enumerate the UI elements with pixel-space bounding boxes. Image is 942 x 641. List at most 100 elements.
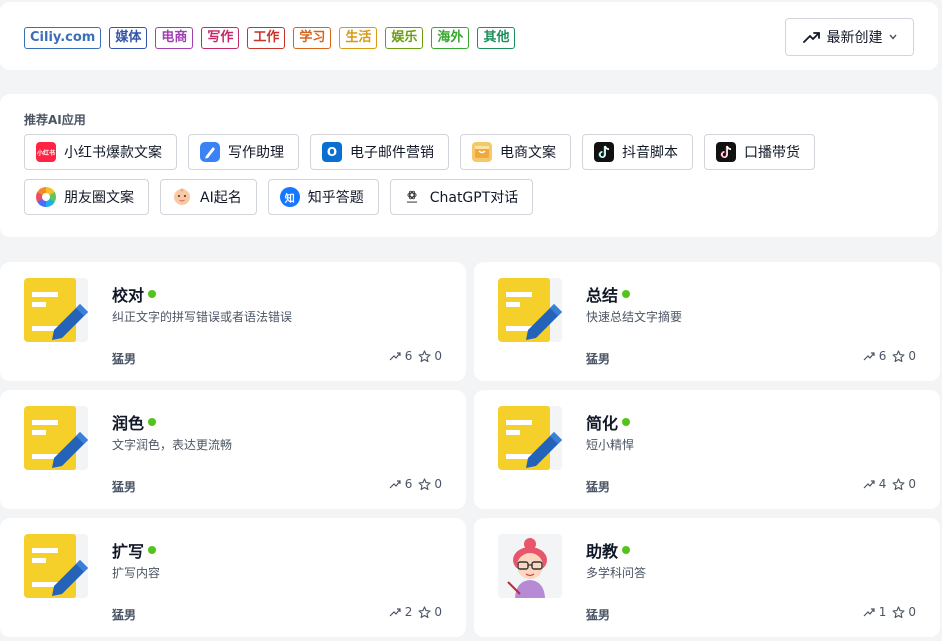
- card-description: 纠正文字的拼写错误或者语法错误: [112, 310, 293, 324]
- app-card-proofread[interactable]: 校对 纠正文字的拼写错误或者语法错误 猛男 6 0: [0, 262, 466, 381]
- tag-ciliy[interactable]: Ciliy.com: [24, 27, 102, 49]
- star-count[interactable]: 0: [418, 477, 442, 491]
- star-count[interactable]: 0: [418, 605, 442, 619]
- trending-up-icon: [863, 480, 875, 489]
- rec-app-moments-copy[interactable]: 朋友圈文案: [24, 179, 149, 215]
- card-title: 助教: [586, 538, 631, 562]
- app-card-expand[interactable]: 扩写 扩写内容 猛男 2 0: [0, 518, 466, 637]
- online-status-dot: [148, 546, 157, 554]
- usage-count: 1: [863, 605, 886, 619]
- rec-app-douyin-script[interactable]: 抖音脚本: [582, 134, 693, 170]
- doc-pen-icon: [24, 278, 88, 342]
- trending-up-icon: [389, 352, 401, 361]
- rec-app-xiaohongshu[interactable]: 小红书 小红书爆款文案: [24, 134, 177, 170]
- zhihu-icon: 知: [279, 187, 300, 207]
- card-title: 扩写: [112, 538, 157, 562]
- star-count[interactable]: 0: [892, 477, 916, 491]
- online-status-dot: [622, 418, 631, 426]
- rec-app-writing-assistant[interactable]: 写作助理: [188, 134, 299, 170]
- tag-life[interactable]: 生活: [339, 27, 378, 49]
- card-description: 文字润色，表达更流畅: [112, 438, 233, 452]
- card-author: 猛男: [112, 480, 137, 494]
- category-tags: Ciliy.com 媒体 电商 写作 工作 学习 生活 娱乐 海外 其他: [24, 27, 516, 49]
- star-count[interactable]: 0: [892, 605, 916, 619]
- rec-app-label: ChatGPT对话: [429, 190, 519, 206]
- card-stats: 2 0: [389, 605, 442, 619]
- card-title: 润色: [112, 410, 157, 434]
- shop-icon: [472, 142, 492, 162]
- doc-pen-icon: [498, 406, 562, 470]
- usage-count: 6: [389, 477, 412, 491]
- trending-up-icon: [389, 480, 401, 489]
- recommended-title: 推荐AI应用: [24, 113, 86, 127]
- app-card-simplify[interactable]: 简化 短小精悍 猛男 4 0: [474, 390, 940, 509]
- card-description: 扩写内容: [112, 566, 161, 580]
- card-author: 猛男: [586, 608, 611, 622]
- category-bar: Ciliy.com 媒体 电商 写作 工作 学习 生活 娱乐 海外 其他 最新创…: [0, 2, 938, 70]
- sort-label: 最新创建: [826, 30, 883, 46]
- star-icon: [418, 477, 431, 490]
- app-card-polish[interactable]: 润色 文字润色，表达更流畅 猛男 6 0: [0, 390, 466, 509]
- rec-app-ai-naming[interactable]: AI起名: [160, 179, 257, 215]
- usage-count: 6: [863, 349, 886, 363]
- rec-app-email-marketing[interactable]: O 电子邮件营销: [310, 134, 449, 170]
- rec-app-label: AI起名: [200, 190, 242, 206]
- card-description: 快速总结文字摘要: [586, 310, 683, 324]
- star-count[interactable]: 0: [418, 349, 442, 363]
- tag-media[interactable]: 媒体: [109, 27, 148, 49]
- outlook-icon: O: [322, 142, 342, 162]
- recommended-apps-panel: 推荐AI应用 小红书 小红书爆款文案 写作助理 O 电子邮件营销 电商文案 抖音…: [0, 94, 938, 237]
- chatgpt-icon: [402, 187, 422, 207]
- card-title: 校对: [112, 282, 157, 306]
- app-card-summary[interactable]: 总结 快速总结文字摘要 猛男 6 0: [474, 262, 940, 381]
- tiktok-icon: [594, 142, 614, 162]
- tag-other[interactable]: 其他: [477, 27, 516, 49]
- rec-app-live-selling[interactable]: 口播带货: [704, 134, 815, 170]
- usage-count: 6: [389, 349, 412, 363]
- rec-app-label: 小红书爆款文案: [64, 145, 162, 161]
- recommended-list: 小红书 小红书爆款文案 写作助理 O 电子邮件营销 电商文案 抖音脚本 口播带货…: [24, 134, 904, 215]
- rec-app-zhihu-answer[interactable]: 知 知乎答题: [267, 179, 379, 215]
- trending-up-icon: [389, 608, 401, 617]
- pen-icon: [200, 142, 220, 162]
- star-icon: [418, 349, 431, 362]
- star-count[interactable]: 0: [892, 349, 916, 363]
- rec-app-label: 写作助理: [228, 145, 284, 161]
- app-card-teaching-assistant[interactable]: 助教 多学科问答 猛男 1 0: [474, 518, 940, 637]
- doc-pen-icon: [24, 534, 88, 598]
- star-icon: [892, 349, 905, 362]
- card-stats: 4 0: [863, 477, 916, 491]
- tiktok-icon: [716, 142, 736, 162]
- teacher-avatar-icon: [498, 534, 562, 598]
- baby-icon: [172, 187, 192, 207]
- card-stats: 1 0: [863, 605, 916, 619]
- sort-dropdown[interactable]: 最新创建: [785, 18, 914, 56]
- card-title: 总结: [586, 282, 631, 306]
- trending-up-icon: [802, 32, 820, 43]
- card-author: 猛男: [112, 608, 137, 622]
- tag-work[interactable]: 工作: [247, 27, 286, 49]
- moments-icon: [36, 187, 56, 207]
- online-status-dot: [148, 290, 157, 298]
- rec-app-chatgpt[interactable]: ChatGPT对话: [389, 179, 534, 215]
- xiaohongshu-icon: 小红书: [36, 142, 56, 162]
- rec-app-label: 电子邮件营销: [350, 145, 434, 161]
- tag-entertainment[interactable]: 娱乐: [385, 27, 424, 49]
- tag-study[interactable]: 学习: [293, 27, 332, 49]
- rec-app-ecommerce-copy[interactable]: 电商文案: [460, 134, 571, 170]
- card-author: 猛男: [112, 352, 137, 366]
- online-status-dot: [148, 418, 157, 426]
- tag-writing[interactable]: 写作: [201, 27, 240, 49]
- star-icon: [418, 605, 431, 618]
- rec-app-label: 口播带货: [744, 145, 800, 161]
- tag-overseas[interactable]: 海外: [431, 27, 470, 49]
- star-icon: [892, 605, 905, 618]
- tag-ecommerce[interactable]: 电商: [155, 27, 194, 49]
- star-icon: [892, 477, 905, 490]
- online-status-dot: [622, 290, 631, 298]
- trending-up-icon: [863, 352, 875, 361]
- card-description: 短小精悍: [586, 438, 635, 452]
- card-author: 猛男: [586, 352, 611, 366]
- rec-app-label: 电商文案: [500, 145, 556, 161]
- card-author: 猛男: [586, 480, 611, 494]
